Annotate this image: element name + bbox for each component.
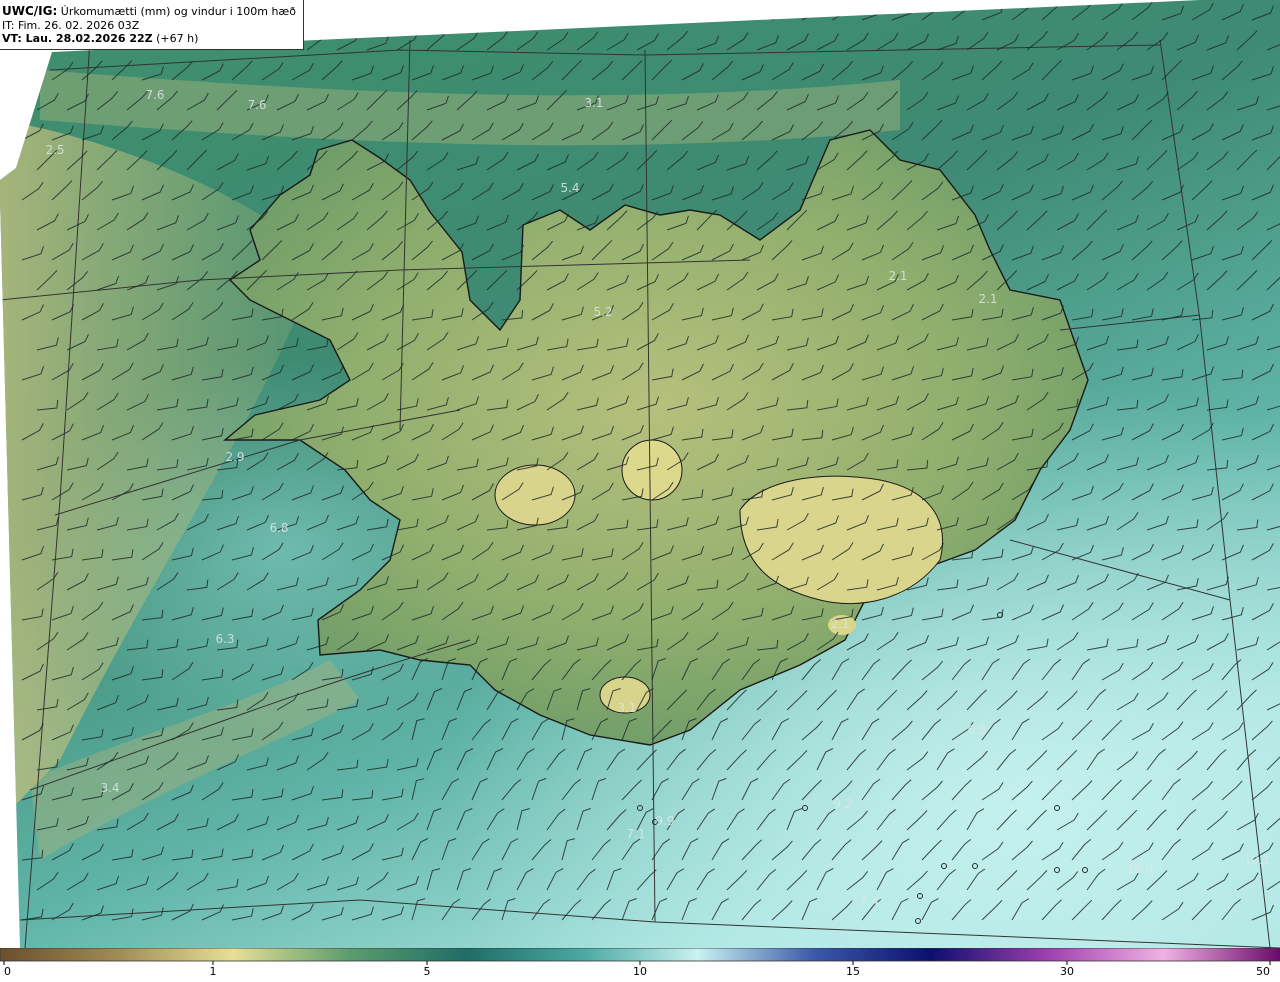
colorbar-tick-label: 30 [1060, 965, 1074, 978]
init-time: IT: Fim. 26. 02. 2026 03Z [2, 18, 140, 32]
colorbar-tick-label: 1 [210, 965, 217, 978]
precip-label: 5.4 [560, 181, 579, 195]
map-title: Úrkomumætti (mm) og vindur i 100m hæð [60, 5, 296, 18]
weather-map[interactable]: 7.6 7.6 3.1 2.5 5.4 5.2 2.1 2.1 2.9 6.8 6.3 2.1 3.1 6… [0, 0, 1280, 948]
map-domain: 7.6 7.6 3.1 2.5 5.4 5.2 2.1 2.1 2.9 6.8 6.3 2.1 3.1 6… [0, 0, 1280, 948]
precip-label: 9.2 [833, 797, 852, 811]
colorbar-bar [0, 947, 1280, 962]
precip-label: 6.8 [967, 723, 986, 737]
precip-label: 7.4 [859, 894, 878, 908]
precip-label: 3.1 [584, 96, 603, 110]
precip-label: 6.8 [269, 521, 288, 535]
precip-label: 3.1 [617, 701, 636, 715]
langjokull-icecap [621, 439, 683, 501]
hofsjokull-icecap [494, 464, 576, 526]
colorbar-tick-label: 0 [4, 965, 11, 978]
precip-label: 2.5 [45, 143, 64, 157]
precip-label: 7.6 [145, 88, 164, 102]
precip-label: 2.1 [830, 617, 849, 631]
precip-label: 5.2 [593, 305, 612, 319]
map-header: UWC/IG: Úrkomumætti (mm) og vindur i 100… [0, 0, 304, 50]
colorbar: 0 1 5 10 15 30 50 [0, 947, 1280, 978]
product-label: UWC/IG: [2, 4, 58, 18]
forecast-offset: (+67 h) [156, 32, 199, 45]
colorbar-tick-label: 10 [633, 965, 647, 978]
precip-label: 2.1 [888, 269, 907, 283]
precip-label: 2.9 [225, 450, 244, 464]
colorbar-tick-label: 15 [846, 965, 860, 978]
colorbar-tick-label: 50 [1256, 965, 1270, 978]
precip-label: 7.6 [247, 98, 266, 112]
header-title-line: UWC/IG: Úrkomumætti (mm) og vindur i 100… [2, 4, 303, 19]
valid-time-line: VT: Lau. 28.02.2026 22Z (+67 h) [2, 32, 303, 46]
precip-label: 10.1 [1244, 853, 1271, 867]
colorbar-tick-label: 5 [424, 965, 431, 978]
precip-label: 7.1 [626, 827, 645, 841]
precip-label: 2.1 [978, 292, 997, 306]
valid-time: VT: Lau. 28.02.2026 22Z [2, 32, 153, 45]
precip-label: 3.4 [100, 781, 119, 795]
precip-label: 6.3 [215, 632, 234, 646]
precip-label: 10.0 [1127, 862, 1154, 876]
precip-label: 9.9 [655, 814, 674, 828]
